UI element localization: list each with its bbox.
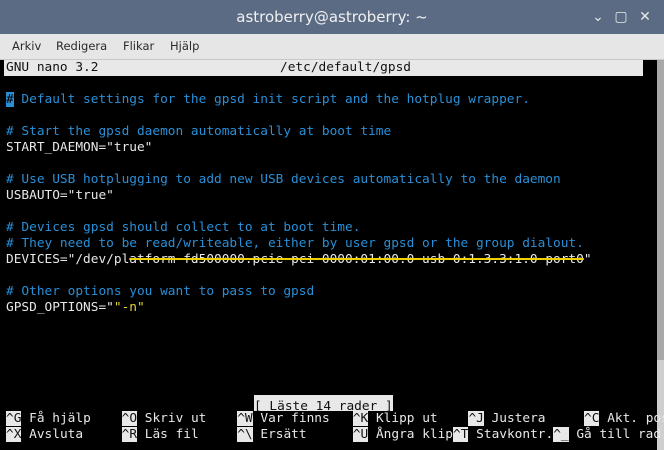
- shortcut-key: ^U: [352, 427, 369, 442]
- shortcut-label: Skriv ut: [144, 411, 207, 426]
- struck-text: atform-fd500000.pcie-pci-0000:01:00.0-us…: [129, 252, 584, 267]
- shortcut-key: ^R: [121, 427, 138, 442]
- shortcut-key: ^K: [352, 411, 369, 426]
- editor-line-9: # Other options you want to pass to gpsd: [6, 284, 315, 299]
- shortcut-label: Justera: [491, 411, 546, 426]
- shortcut-label: Akt. pos: [607, 411, 664, 426]
- line-text: ": [583, 252, 592, 267]
- shortcut-key: ^G: [6, 411, 22, 426]
- editor-line-8: DEVICES="/dev/platform-fd500000.pcie-pci…: [6, 252, 592, 268]
- highlighted-text: "-n": [113, 300, 145, 315]
- editor-line-10: GPSD_OPTIONS=""-n": [6, 300, 145, 316]
- shortcut-label: Klipp ut: [375, 411, 438, 426]
- editor-line-4: # Use USB hotplugging to add new USB dev…: [6, 172, 561, 187]
- menu-redigera[interactable]: Redigera: [56, 39, 107, 53]
- shortcut-label: Stavkontr.: [476, 427, 554, 442]
- nano-header: GNU nano 3.2 /etc/default/gpsd: [4, 60, 643, 76]
- editor-line-1: # Default settings for the gpsd init scr…: [6, 92, 530, 108]
- menu-flikar[interactable]: Flikar: [123, 39, 154, 53]
- shortcut-key: ^J: [468, 411, 484, 426]
- shortcut-label: Ersätt: [260, 427, 307, 442]
- shortcut-label: Gå till rad: [576, 427, 662, 442]
- menu-hjalp[interactable]: Hjälp: [170, 39, 199, 53]
- shortcut-row-2: ^X Avsluta ^R Läs fil ^\ Ersätt ^U Ångra…: [6, 427, 661, 443]
- maximize-button[interactable]: ▢: [613, 9, 629, 25]
- menu-arkiv[interactable]: Arkiv: [12, 39, 41, 53]
- shortcut-key: ^_: [553, 427, 569, 442]
- line-text: Default settings for the gpsd init scrip…: [13, 92, 530, 107]
- scrollbar[interactable]: [657, 60, 664, 450]
- shortcut-key: ^X: [6, 427, 22, 442]
- window-title: astroberry@astroberry: ~: [236, 8, 428, 26]
- text-cursor: #: [6, 92, 14, 107]
- editor-line-2: # Start the gpsd daemon automatically at…: [6, 124, 392, 139]
- line-text: DEVICES="/dev/pl: [6, 252, 130, 267]
- editor-line-7: # They need to be read/writeable, either…: [6, 236, 584, 251]
- shortcut-key: ^O: [121, 411, 138, 426]
- shortcut-label: Läs fil: [144, 427, 199, 442]
- editor-line-6: # Devices gpsd should collect to at boot…: [6, 220, 361, 235]
- editor-line-3: START_DAEMON="true": [6, 140, 153, 155]
- shortcut-key: ^\: [237, 427, 253, 442]
- line-text: GPSD_OPTIONS=": [6, 300, 114, 315]
- menu-bar: Arkiv Redigera Flikar Hjälp: [0, 34, 664, 60]
- minimize-button[interactable]: ⌄: [590, 9, 606, 25]
- scrollbar-thumb[interactable]: [657, 60, 664, 360]
- editor-line-5: USBAUTO="true": [6, 188, 114, 203]
- shortcut-label: Var finns: [260, 411, 330, 426]
- shortcut-label: Ångra klip: [375, 427, 454, 442]
- shortcut-label: Få hjälp: [29, 411, 91, 426]
- nano-version: GNU nano 3.2: [6, 60, 99, 75]
- shortcut-label: Avsluta: [29, 427, 84, 442]
- status-message: [ Läste 14 rader ]: [254, 395, 393, 414]
- shortcut-key: ^C: [584, 411, 600, 426]
- close-button[interactable]: ✕: [637, 9, 653, 25]
- shortcut-row-1: ^G Få hjälp ^O Skriv ut ^W Var finns ^K …: [6, 411, 664, 427]
- shortcut-key: ^W: [237, 411, 253, 426]
- nano-filename: /etc/default/gpsd: [280, 60, 411, 75]
- shortcut-key: ^T: [453, 427, 469, 442]
- title-bar: astroberry@astroberry: ~ ⌄ ▢ ✕: [0, 0, 664, 34]
